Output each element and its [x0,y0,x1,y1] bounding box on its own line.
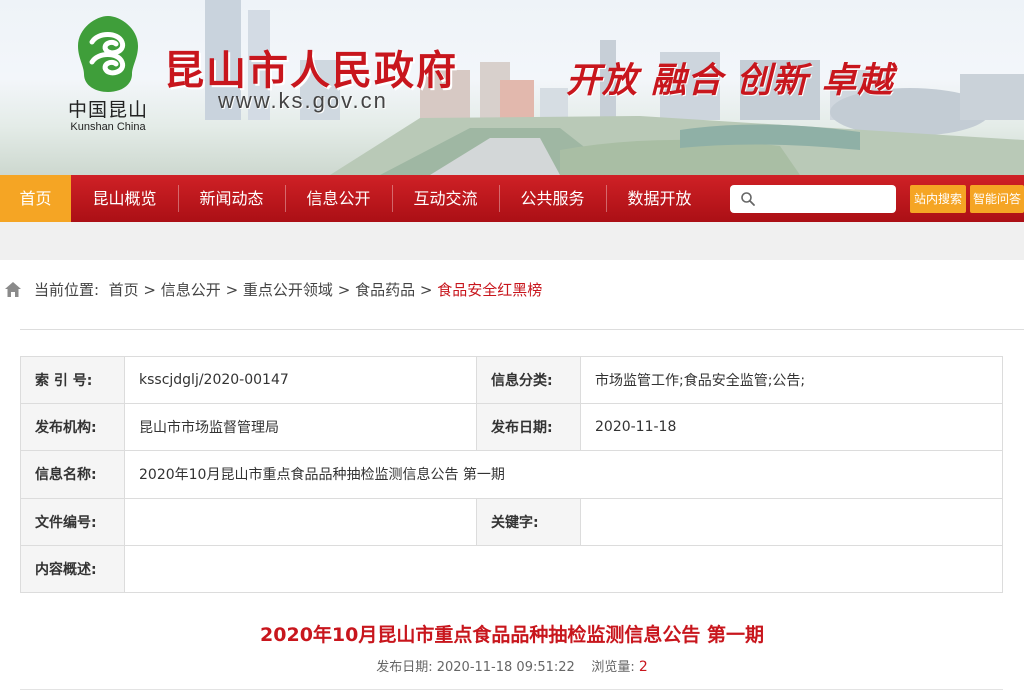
category-value: 市场监管工作;食品安全监管;公告; [580,355,1003,405]
nav-item-news[interactable]: 新闻动态 [178,175,285,222]
date-value: 2020-11-18 [580,403,1003,452]
table-row: 信息名称: 2020年10月昆山市重点食品品种抽检监测信息公告 第一期 [20,450,1003,499]
summary-label: 内容概述: [20,544,125,594]
breadcrumb-food-drugs[interactable]: 食品药品 [355,281,415,299]
views-label: 浏览量: [591,660,635,675]
article-title: 2020年10月昆山市重点食品品种抽检监测信息公告 第一期 [260,624,764,646]
nav-item-info-disclosure[interactable]: 信息公开 [285,175,392,222]
publisher-value: 昆山市市场监督管理局 [124,403,477,452]
sub-bar [0,222,1024,260]
logo-chinese-text: 中国昆山 [67,99,148,121]
article-meta: 发布日期: 2020-11-18 09:51:22 浏览量: 2 [0,656,1024,675]
breadcrumb-key-areas[interactable]: 重点公开领域 [243,281,333,299]
header-banner: 中国昆山 Kunshan China 昆山市人民政府 www.ks.gov.cn… [0,0,1024,175]
search-icon [741,192,755,206]
search-box[interactable] [730,185,896,213]
index-value: ksscjdglj/2020-00147 [124,355,477,405]
logo-english-text: Kunshan China [70,121,146,133]
publisher-label: 发布机构: [20,403,125,452]
divider [20,689,1003,690]
breadcrumb-separator: > [143,281,156,299]
site-search-button[interactable]: 站内搜索 [910,185,966,213]
breadcrumb-info-disclosure[interactable]: 信息公开 [161,281,221,299]
breadcrumb-home[interactable]: 首页 [109,281,139,299]
nav-item-home[interactable]: 首页 [0,175,71,222]
publish-date-label: 发布日期: [376,660,433,675]
name-value: 2020年10月昆山市重点食品品种抽检监测信息公告 第一期 [124,450,1003,499]
views-count: 2 [638,659,648,675]
summary-value [124,544,1003,594]
breadcrumb-separator: > [337,281,351,299]
nav-item-public-service[interactable]: 公共服务 [499,175,606,222]
emblem-logo-icon [78,16,138,92]
search-input[interactable] [760,189,892,211]
breadcrumb-current[interactable]: 食品安全红黑榜 [437,281,542,299]
nav-item-overview[interactable]: 昆山概览 [71,175,178,222]
doc-number-value [124,497,477,546]
divider [20,329,1024,330]
site-url: www.ks.gov.cn [218,88,388,113]
info-metadata-table: 索 引 号: ksscjdglj/2020-00147 信息分类: 市场监管工作… [20,355,1003,594]
breadcrumb-prefix: 当前位置: [34,281,100,299]
name-label: 信息名称: [20,450,125,499]
home-icon [5,282,21,297]
keywords-value [580,497,1003,546]
date-label: 发布日期: [476,403,581,452]
smart-qa-button[interactable]: 智能问答 [970,185,1024,213]
nav-item-interaction[interactable]: 互动交流 [392,175,499,222]
index-label: 索 引 号: [20,355,125,405]
table-row: 索 引 号: ksscjdglj/2020-00147 信息分类: 市场监管工作… [20,355,1003,405]
breadcrumb-trail: 当前位置: 首页 > 信息公开 > 重点公开领域 > 食品药品 > 食品安全红黑… [34,278,542,302]
category-label: 信息分类: [476,355,581,405]
keywords-label: 关键字: [476,497,581,546]
slogan: 开放 融合 创新 卓越 [566,60,894,101]
nav-item-open-data[interactable]: 数据开放 [606,175,713,222]
breadcrumb-separator: > [419,281,433,299]
publish-date-value: 2020-11-18 09:51:22 [436,660,575,675]
table-row: 文件编号: 关键字: [20,497,1003,546]
table-row: 内容概述: [20,544,1003,594]
doc-number-label: 文件编号: [20,497,125,546]
table-row: 发布机构: 昆山市市场监督管理局 发布日期: 2020-11-18 [20,403,1003,452]
breadcrumb-separator: > [225,281,239,299]
